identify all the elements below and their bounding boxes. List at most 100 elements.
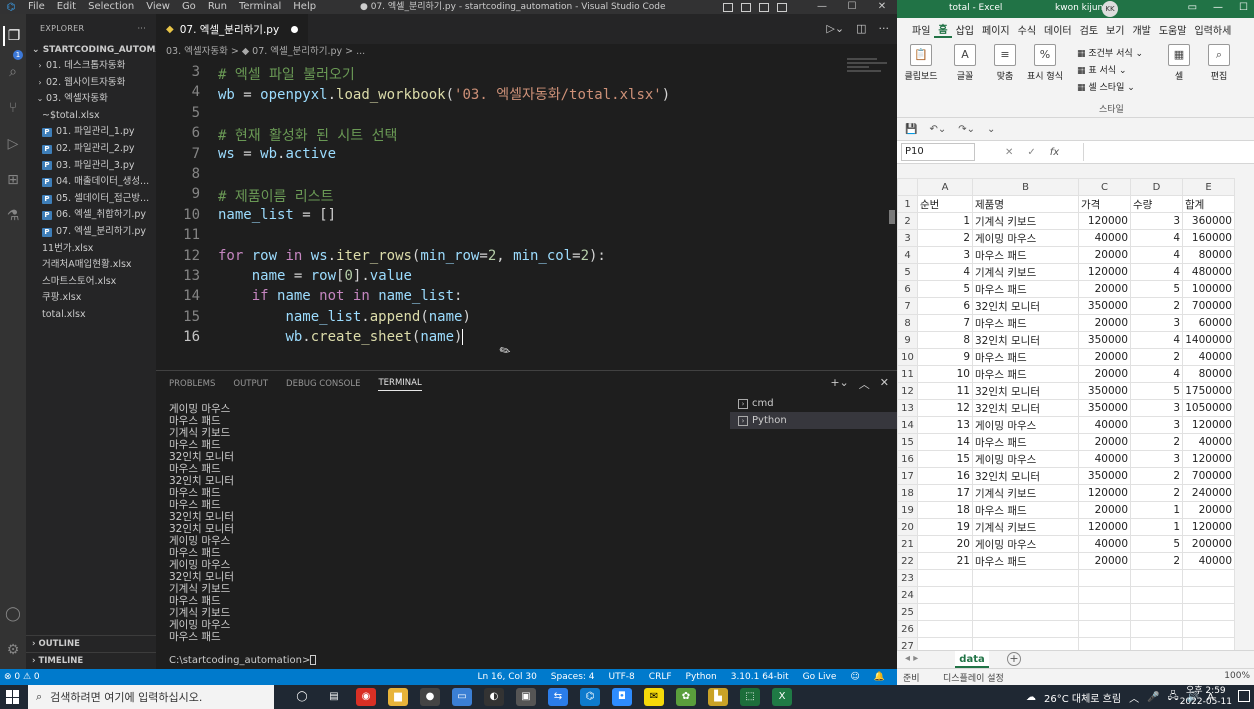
cell[interactable]: 80000 (1182, 246, 1235, 264)
fx-icon[interactable]: fx (1050, 147, 1059, 158)
status-item[interactable]: UTF-8 (609, 669, 635, 685)
bell-icon[interactable]: 🔔 (874, 669, 885, 685)
cell[interactable]: 40000 (1078, 229, 1131, 247)
status-item[interactable]: Go Live (803, 669, 837, 685)
terminal-prompt[interactable]: C:\startcoding_automation> (169, 655, 317, 666)
app2-icon[interactable]: ▣ (516, 688, 536, 706)
settings-gear-icon[interactable]: ⚙ (3, 640, 23, 660)
source-control-icon[interactable]: ⑂ (3, 98, 23, 118)
tab-problems[interactable]: PROBLEMS (169, 379, 215, 389)
editor-scrollbar[interactable] (889, 210, 895, 224)
code-editor[interactable]: 3 # 엑셀 파일 불러오기 4 wb = openpyxl.load_workboo… (156, 64, 897, 369)
ribbon-tab[interactable]: 삽입 (952, 22, 978, 37)
cell[interactable]: 700000 (1182, 297, 1235, 315)
code-line[interactable]: 11 (156, 227, 897, 247)
cell[interactable]: 3 (1130, 314, 1183, 332)
cell[interactable]: 순번 (917, 195, 973, 213)
cell[interactable] (1182, 620, 1235, 638)
tree-folder[interactable]: › 02. 웹사이트자동화 (26, 75, 156, 92)
cell[interactable]: 20 (917, 535, 973, 553)
breadcrumb[interactable]: 03. 엑셀자동화 > ◆ 07. 엑셀_분리하기.py > ... (156, 44, 897, 60)
minimize-icon[interactable]: — (807, 0, 837, 14)
cell[interactable]: 게이밍 마우스 (972, 229, 1079, 247)
cell[interactable]: 기계식 키보드 (972, 212, 1079, 230)
status-item[interactable]: Ln 16, Col 30 (477, 669, 536, 685)
cell[interactable]: 1 (917, 212, 973, 230)
sheet-table[interactable]: A B C D E 1 순번 제품명 가격 수량 합계 2 1 기계식 키보드 120000 3 360000 3… (897, 178, 1235, 655)
cell[interactable]: 40000 (1182, 433, 1235, 451)
cell[interactable] (917, 603, 973, 621)
ribbon-tab[interactable]: 파일 (908, 22, 934, 37)
timeline-section[interactable]: › TIMELINE (26, 652, 156, 668)
menu-item-run[interactable]: Run (202, 0, 233, 14)
row-header[interactable]: 19 (897, 501, 918, 519)
cell[interactable]: 7 (917, 314, 973, 332)
cell[interactable]: 5 (917, 280, 973, 298)
cell[interactable]: 기계식 키보드 (972, 263, 1079, 281)
row-header[interactable]: 18 (897, 484, 918, 502)
cell[interactable]: 32인치 모니터 (972, 382, 1079, 400)
cell[interactable]: 3 (1130, 416, 1183, 434)
cell[interactable]: 120000 (1078, 518, 1131, 536)
cell[interactable] (1182, 586, 1235, 604)
cell[interactable]: 8 (917, 331, 973, 349)
cell[interactable] (1078, 620, 1131, 638)
network-icon[interactable]: 🖧 (1168, 689, 1179, 706)
formula-input[interactable] (1083, 143, 1253, 161)
undo-icon[interactable]: ↶⌄ (929, 124, 946, 135)
file-explorer-icon[interactable]: ▆ (388, 688, 408, 706)
row-header[interactable]: 3 (897, 229, 918, 247)
accounts-icon[interactable]: ◯ (3, 604, 23, 624)
worksheet-grid[interactable]: A B C D E 1 순번 제품명 가격 수량 합계 2 1 기계식 키보드 120000 3 360000 3… (897, 178, 1254, 655)
monitor-app-icon[interactable]: ▭ (452, 688, 472, 706)
style-item[interactable]: ▦ 표 서식 ⌄ (1077, 63, 1143, 80)
row-header[interactable]: 24 (897, 586, 918, 604)
enter-icon[interactable]: ✓ (1027, 147, 1035, 158)
cancel-icon[interactable]: ✕ (1005, 147, 1013, 158)
row-header[interactable]: 12 (897, 382, 918, 400)
row-header[interactable]: 16 (897, 450, 918, 468)
ribbon-tab[interactable]: 데이터 (1040, 22, 1076, 37)
cell[interactable]: 40000 (1078, 450, 1131, 468)
code-line[interactable]: 4 wb = openpyxl.load_workbook('03. 엑셀자동화/… (156, 84, 897, 104)
cell[interactable]: 3 (1130, 450, 1183, 468)
code-line[interactable]: 15 name_list.append(name) (156, 309, 897, 329)
more-actions-icon[interactable]: ··· (137, 24, 146, 33)
feedback-icon[interactable]: ☺ (850, 669, 859, 685)
menu-item-view[interactable]: View (140, 0, 176, 14)
cell[interactable] (1078, 586, 1131, 604)
number-format-group[interactable]: % 표시 형식 (1025, 44, 1065, 82)
column-header[interactable]: A (917, 178, 973, 196)
cell[interactable]: 제품명 (972, 195, 1079, 213)
column-header[interactable]: D (1130, 178, 1183, 196)
close-icon[interactable]: ✕ (867, 0, 897, 14)
cell[interactable]: 게이밍 마우스 (972, 450, 1079, 468)
cell[interactable]: 4 (1130, 229, 1183, 247)
minimap[interactable] (847, 58, 889, 88)
tab-terminal[interactable]: TERMINAL (378, 378, 422, 391)
cell[interactable]: 40000 (1182, 552, 1235, 570)
row-header[interactable]: 5 (897, 263, 918, 281)
cell[interactable]: 기계식 키보드 (972, 484, 1079, 502)
cell[interactable]: 16 (917, 467, 973, 485)
cell[interactable]: 120000 (1078, 212, 1131, 230)
tree-folder[interactable]: ⌄ 03. 엑셀자동화 (26, 91, 156, 108)
cell[interactable]: 6 (917, 297, 973, 315)
cell[interactable]: 14 (917, 433, 973, 451)
ribbon-display-icon[interactable]: ▭ (1188, 2, 1197, 13)
row-header[interactable]: 26 (897, 620, 918, 638)
cell[interactable]: 17 (917, 484, 973, 502)
cell[interactable] (1130, 603, 1183, 621)
terminal-instance-cmd[interactable]: › cmd (730, 395, 897, 412)
mic-icon[interactable]: 🎤 (1147, 692, 1159, 703)
ribbon-tab[interactable]: 보기 (1102, 22, 1128, 37)
save-icon[interactable]: 💾 (905, 124, 917, 135)
tree-file[interactable]: P 01. 파일관리_1.py (26, 124, 156, 141)
row-header[interactable]: 25 (897, 603, 918, 621)
cell[interactable]: 2 (1130, 297, 1183, 315)
tab-active-file[interactable]: ◆ 07. 엑셀_분리하기.py (156, 14, 309, 44)
cell[interactable]: 게이밍 마우스 (972, 535, 1079, 553)
teamviewer-icon[interactable]: ⇆ (548, 688, 568, 706)
cell[interactable]: 3 (1130, 399, 1183, 417)
cell[interactable]: 20000 (1078, 501, 1131, 519)
